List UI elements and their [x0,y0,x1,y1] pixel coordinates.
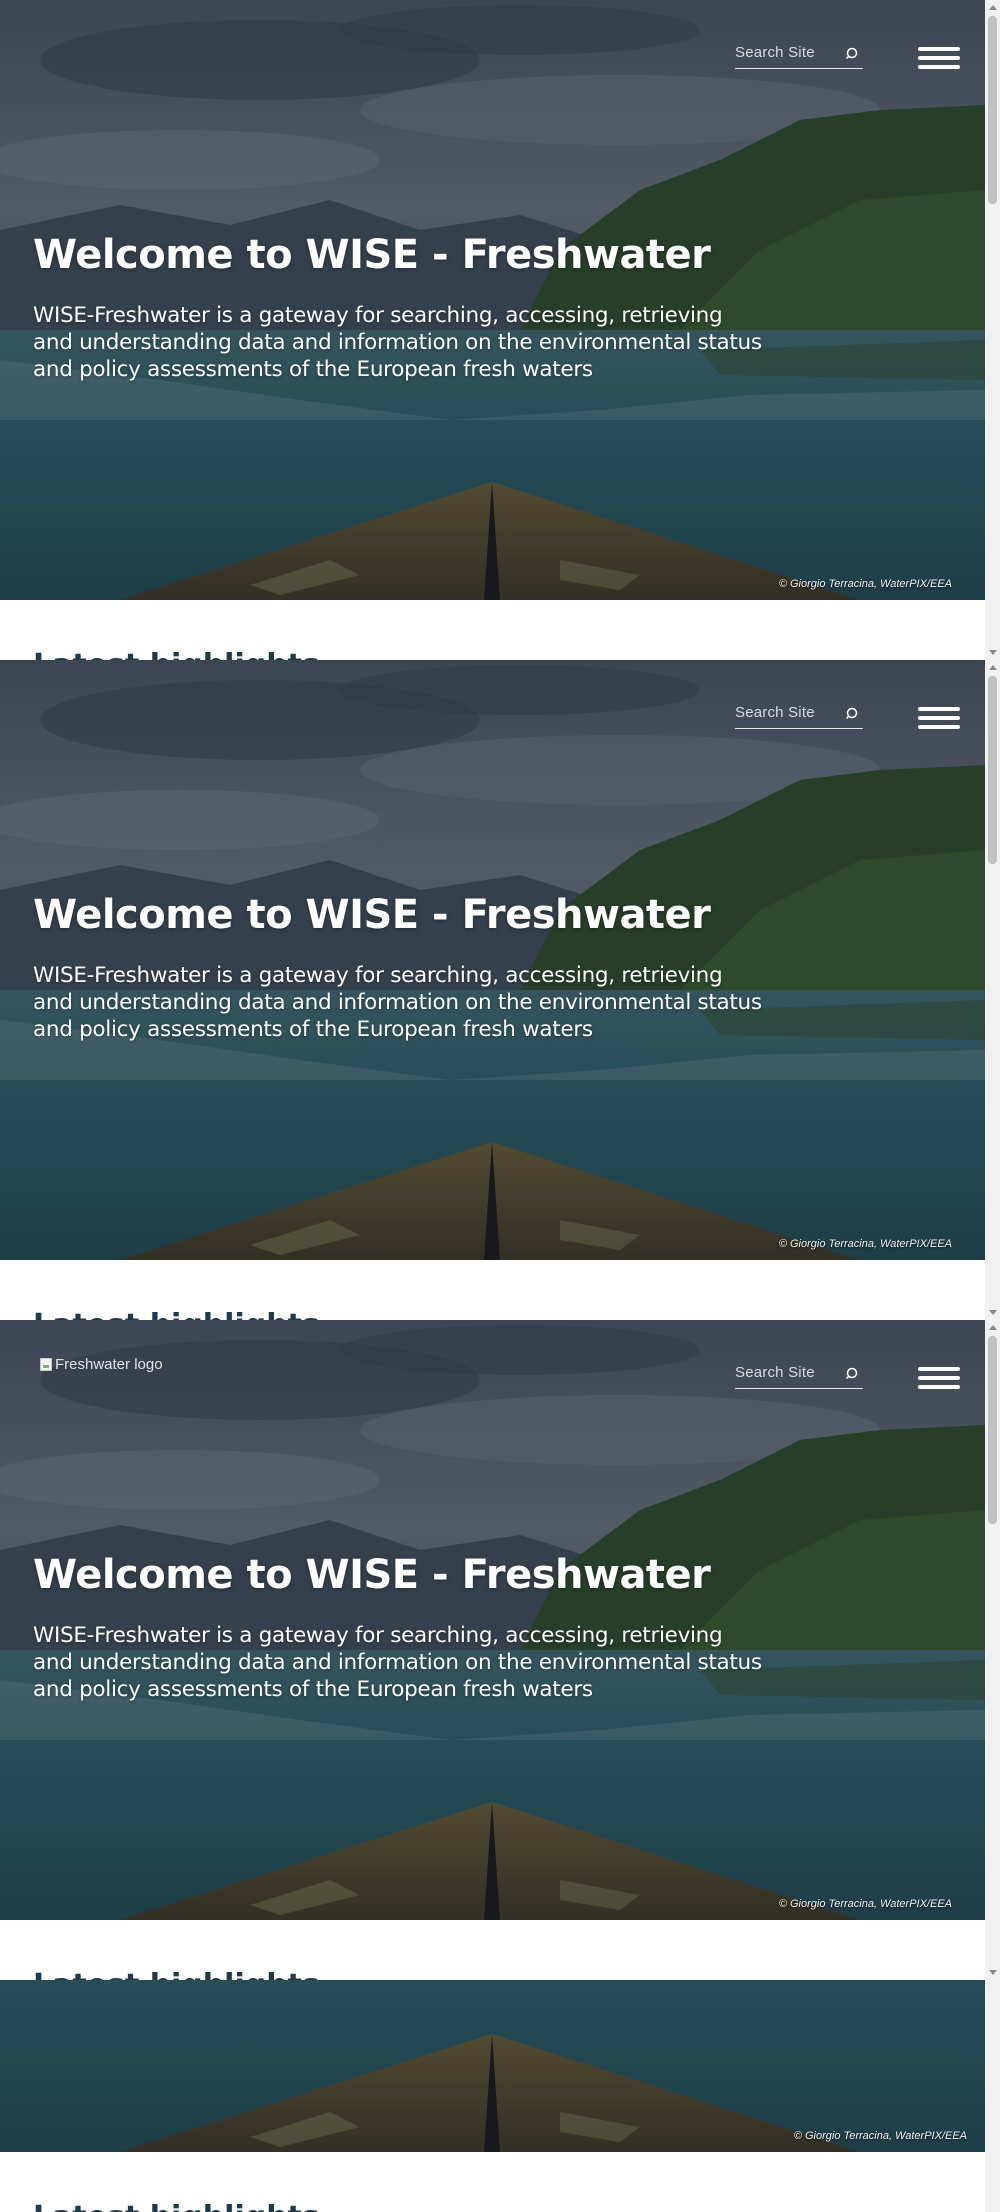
viewport-capture-3: Freshwater logo Search Site Welcome to W… [0,1320,1000,1980]
section-heading-peek: Latest highlights [33,1968,320,1980]
hero-banner: Search Site Welcome to WISE - Freshwater… [0,660,985,1260]
search-field[interactable]: Search Site [735,40,863,69]
scroll-thumb[interactable] [988,16,997,204]
hero-banner [0,1980,985,2152]
scroll-thumb[interactable] [988,1336,997,1524]
scroll-thumb[interactable] [988,676,997,864]
viewport-capture-4: © Giorgio Terracina, WaterPIX/EEA Latest… [0,1980,1000,2212]
site-logo[interactable]: Freshwater logo [40,1356,163,1373]
hero-description: WISE-Freshwater is a gateway for searchi… [33,303,762,382]
photo-credit: © Giorgio Terracina, WaterPIX/EEA [793,2130,967,2142]
hero-title: Welcome to WISE - Freshwater [33,892,711,938]
search-field[interactable]: Search Site [735,1360,863,1389]
hero-title: Welcome to WISE - Freshwater [33,232,711,278]
viewport-capture-2: Search Site Welcome to WISE - Freshwater… [0,660,1000,1320]
scroll-down-arrow-icon[interactable] [989,1310,997,1315]
photo-credit: © Giorgio Terracina, WaterPIX/EEA [778,1238,952,1250]
section-heading-peek: Latest highlights [33,2200,320,2212]
search-field[interactable]: Search Site [735,700,863,729]
hamburger-menu-icon[interactable] [918,1364,962,1392]
scroll-up-arrow-icon[interactable] [989,5,997,10]
hero-banner: Search Site Welcome to WISE - Freshwater… [0,0,985,600]
scroll-down-arrow-icon[interactable] [989,1970,997,1975]
viewport-capture-1: Search Site Welcome to WISE - Freshwater… [0,0,1000,660]
search-icon[interactable] [845,46,861,62]
broken-image-icon [40,1358,52,1371]
photo-credit: © Giorgio Terracina, WaterPIX/EEA [778,578,952,590]
search-input[interactable]: Search Site [735,704,815,721]
section-heading-peek: Latest highlights [33,648,320,660]
search-input[interactable]: Search Site [735,44,815,61]
hamburger-menu-icon[interactable] [918,44,962,72]
hero-background-image [0,1980,985,2152]
hero-background-image [0,1320,985,1920]
search-icon[interactable] [845,706,861,722]
scroll-up-arrow-icon[interactable] [989,1325,997,1330]
scrollbar[interactable] [985,0,1000,660]
logo-alt-text: Freshwater logo [55,1356,163,1373]
hero-background-image [0,660,985,1260]
scrollbar[interactable] [985,660,1000,1320]
hero-title: Welcome to WISE - Freshwater [33,1552,711,1598]
hero-banner: Freshwater logo Search Site Welcome to W… [0,1320,985,1920]
hero-description: WISE-Freshwater is a gateway for searchi… [33,1623,762,1702]
scroll-down-arrow-icon[interactable] [989,650,997,655]
hamburger-menu-icon[interactable] [918,704,962,732]
hero-background-image [0,0,985,600]
page: Search Site Welcome to WISE - Freshwater… [0,0,1000,2212]
hero-description: WISE-Freshwater is a gateway for searchi… [33,963,762,1042]
photo-credit: © Giorgio Terracina, WaterPIX/EEA [778,1898,952,1910]
scrollbar[interactable] [985,1980,1000,2212]
section-heading-peek: Latest highlights [33,1308,320,1320]
search-icon[interactable] [845,1366,861,1382]
search-input[interactable]: Search Site [735,1364,815,1381]
scroll-up-arrow-icon[interactable] [989,665,997,670]
scrollbar[interactable] [985,1320,1000,1980]
